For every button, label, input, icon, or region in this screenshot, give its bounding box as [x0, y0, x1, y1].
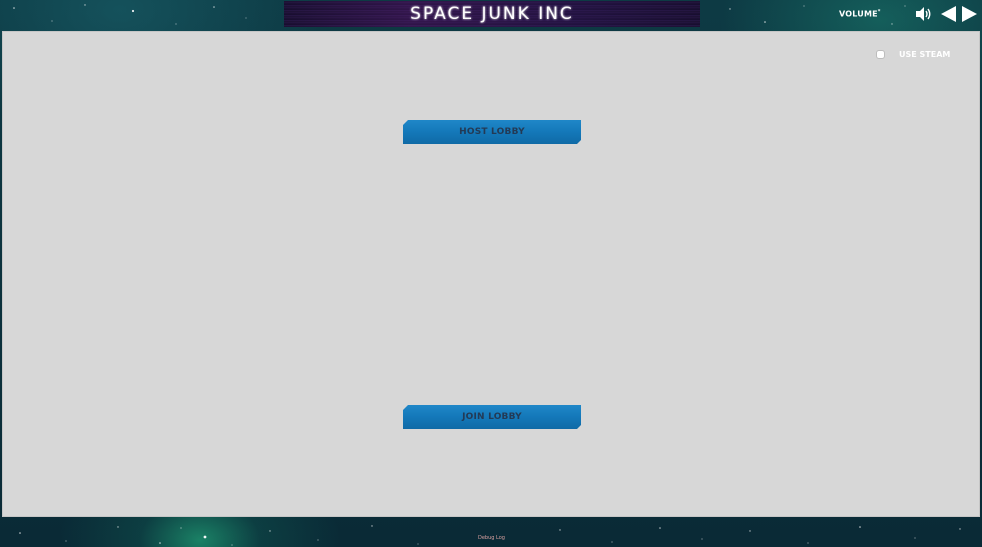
triangle-left-icon[interactable]	[940, 5, 958, 23]
host-lobby-button[interactable]: HOST LOBBY	[403, 120, 581, 144]
volume-superscript: *	[877, 9, 881, 15]
join-lobby-button[interactable]: JOIN LOBBY	[403, 405, 581, 429]
debug-log-link[interactable]: Debug Log	[478, 535, 505, 541]
triangle-right-icon[interactable]	[960, 5, 978, 23]
speaker-icon[interactable]	[914, 5, 932, 23]
host-lobby-label: HOST LOBBY	[459, 127, 525, 137]
lobby-panel	[2, 31, 980, 517]
app-title: SPACE JUNK INC	[410, 4, 574, 24]
use-steam-option[interactable]: USE STEAM	[876, 48, 950, 60]
use-steam-label[interactable]: USE STEAM	[899, 50, 950, 59]
use-steam-checkbox[interactable]	[876, 49, 885, 59]
join-lobby-label: JOIN LOBBY	[462, 412, 522, 422]
game-window: SPACE JUNK INC VOLUME* USE STEAM HOST LO…	[0, 0, 982, 547]
volume-label: VOLUME*	[839, 9, 881, 19]
volume-label-text: VOLUME	[839, 9, 878, 19]
title-banner: SPACE JUNK INC	[284, 1, 700, 27]
